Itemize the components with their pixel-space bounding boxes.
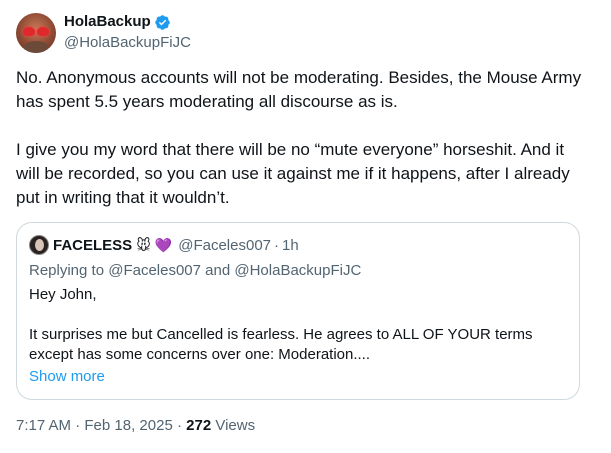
quote-timestamp[interactable]: 1h xyxy=(282,237,299,254)
tweet-paragraph: I give you my word that there will be no… xyxy=(16,140,570,207)
tweet-time[interactable]: 7:17 AM xyxy=(16,417,71,434)
author-display-name[interactable]: HolaBackup xyxy=(64,12,151,32)
tweet-meta: 7:17 AM · Feb 18, 2025 · 272 Views xyxy=(16,416,255,436)
author-names: HolaBackup @HolaBackupFiJC xyxy=(64,12,191,53)
display-name-row: HolaBackup xyxy=(64,12,191,32)
tweet-text: No. Anonymous accounts will not be moder… xyxy=(16,66,591,210)
quote-avatar-face xyxy=(35,239,44,251)
mouse-icon: 🐭 xyxy=(136,237,151,253)
verified-badge-icon[interactable] xyxy=(154,14,171,31)
tweet-paragraph: No. Anonymous accounts will not be moder… xyxy=(16,68,582,111)
quote-display-name[interactable]: FACELESS xyxy=(53,237,132,254)
replying-and: and xyxy=(205,262,231,279)
replying-to-link[interactable]: @HolaBackupFiJC xyxy=(234,262,361,279)
replying-prefix: Replying to xyxy=(29,262,105,279)
show-more-link[interactable]: Show more xyxy=(29,367,105,387)
quote-paragraph: It surprises me but Cancelled is fearles… xyxy=(29,326,533,363)
avatar-eye-right xyxy=(37,26,49,36)
views-label: Views xyxy=(215,417,256,434)
author-avatar[interactable] xyxy=(16,12,56,53)
quoted-tweet[interactable]: FACELESS 🐭 💜 @Faceles007 · 1h Replying t… xyxy=(16,222,580,400)
replying-to-link[interactable]: @Faceles007 xyxy=(108,262,201,279)
purple-heart-icon: 💜 xyxy=(154,237,173,253)
tweet-header: HolaBackup @HolaBackupFiJC xyxy=(16,12,191,53)
tweet-date[interactable]: Feb 18, 2025 xyxy=(84,417,172,434)
quote-avatar[interactable] xyxy=(29,235,49,255)
avatar-beard xyxy=(24,40,48,53)
separator-dot: · xyxy=(274,236,280,254)
quote-paragraph: Hey John, xyxy=(29,286,97,303)
author-handle[interactable]: @HolaBackupFiJC xyxy=(64,33,191,53)
separator-dot: · xyxy=(176,417,182,434)
separator-dot: · xyxy=(75,417,81,434)
quote-handle[interactable]: @Faceles007 xyxy=(178,237,271,254)
replying-to: Replying to @Faceles007 and @HolaBackupF… xyxy=(29,261,567,281)
quote-body: Hey John, It surprises me but Cancelled … xyxy=(29,285,567,365)
views-count: 272 xyxy=(186,417,212,434)
avatar-eye-left xyxy=(23,26,35,36)
quote-header: FACELESS 🐭 💜 @Faceles007 · 1h xyxy=(29,235,567,255)
